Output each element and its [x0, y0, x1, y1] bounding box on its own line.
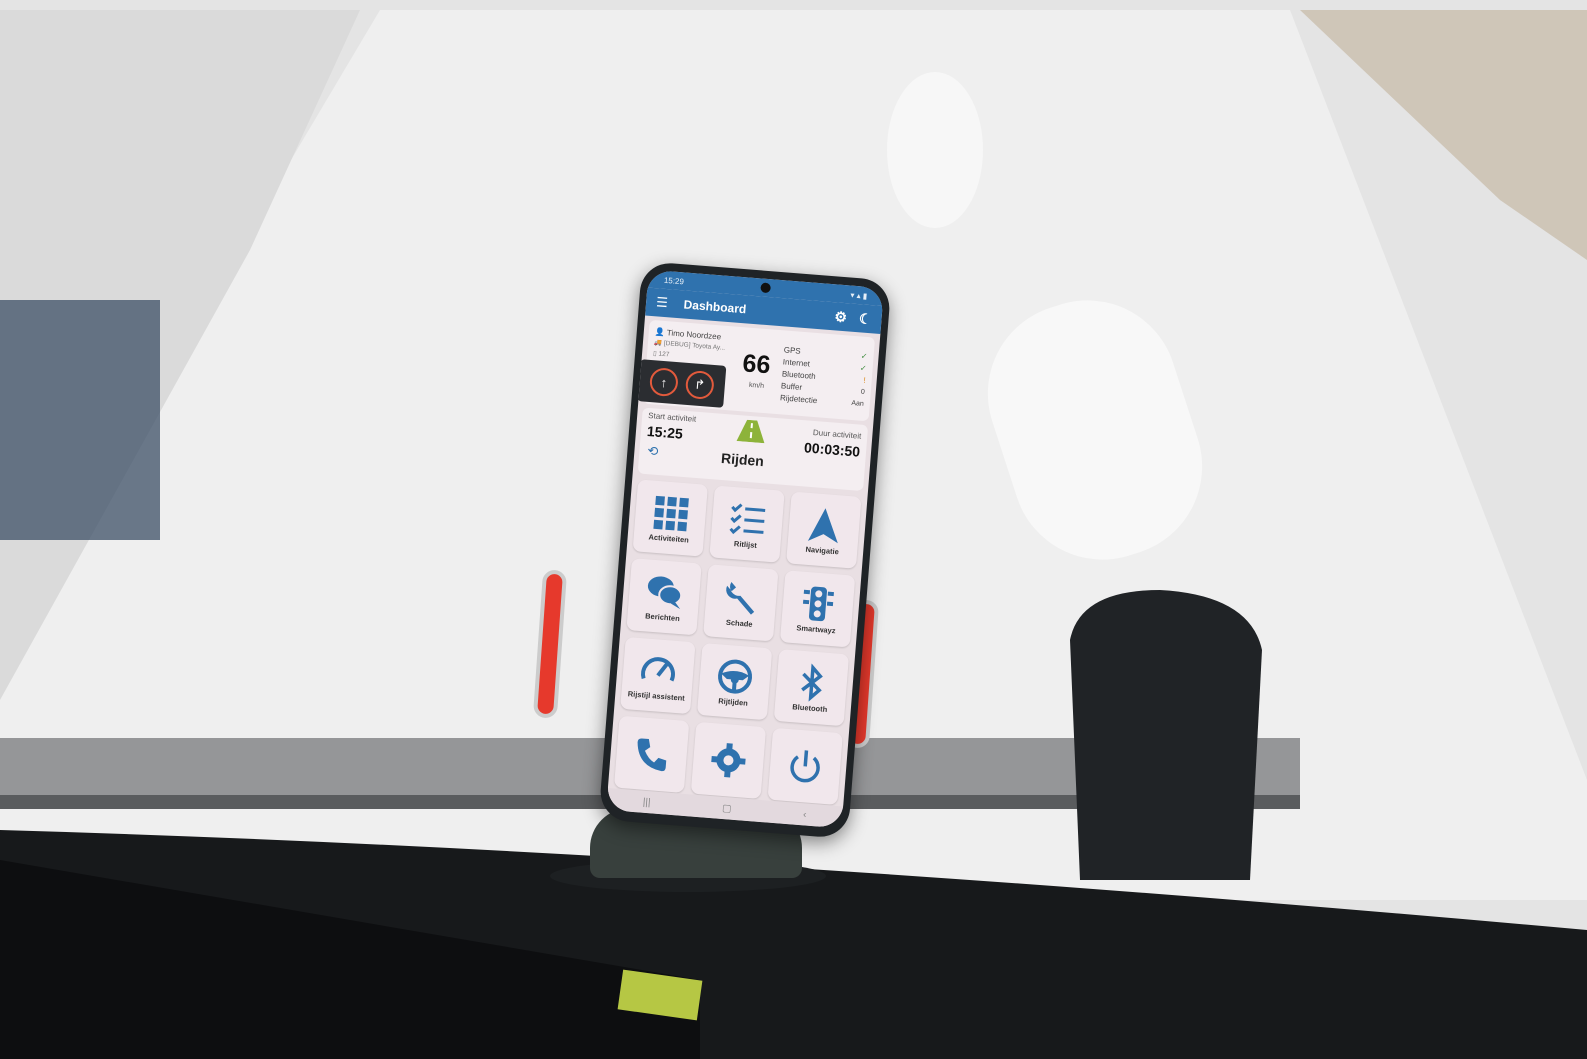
chat-bubbles-icon [647, 575, 683, 609]
activity-name: Rijden [720, 449, 765, 470]
turn-right-icon: ↱ [684, 369, 715, 401]
tile-smartwayz[interactable]: Smartwayz [779, 570, 856, 648]
tile-power[interactable] [767, 727, 843, 806]
gear-icon[interactable]: ⚙ [834, 308, 848, 326]
gauge-icon [641, 656, 676, 681]
tile-label: Schade [725, 617, 753, 629]
status-value: ✓ [860, 351, 868, 362]
start-activity-time: 15:25 [646, 422, 684, 442]
traffic-light-icon [803, 586, 835, 621]
turn-indicator-popup[interactable]: ↑ ↱ [637, 359, 727, 408]
arrow-up-icon: ↑ [648, 367, 679, 398]
phone-icon [637, 738, 667, 772]
road-icon [736, 419, 765, 444]
tile-label: Berichten [644, 610, 681, 623]
speed-unit: km/h [748, 381, 765, 390]
power-icon [790, 750, 820, 783]
car-interior-photo: 15:29 ▾ ▴ ▮ ☰ Dashboard ⚙ ☾ 👤 Timo Noord… [0, 0, 1587, 1059]
tile-label: Bluetooth [792, 701, 828, 714]
home-icon[interactable]: ▢ [722, 803, 732, 815]
tile-rijtijden[interactable]: Rijtijden [696, 642, 773, 721]
gear-icon [711, 743, 746, 778]
lane-marking-1 [887, 72, 983, 228]
tile-berichten[interactable]: Berichten [626, 558, 702, 636]
driver-info-card: 👤 Timo Noordzee 🚚 [DEBUG] Toyota Ay... ▯… [637, 319, 876, 422]
gear-shift [1070, 590, 1262, 880]
tile-label: Activiteiten [648, 531, 690, 545]
tile-schade[interactable]: Schade [703, 564, 779, 642]
status-value: ✓ [859, 363, 867, 373]
tile-bluetooth[interactable]: Bluetooth [773, 648, 850, 727]
duration-label: Duur activiteit [812, 427, 862, 441]
tile-navigatie[interactable]: Navigatie [786, 491, 862, 569]
moon-icon[interactable]: ☾ [858, 310, 872, 328]
tile-rijstijl-assistent[interactable]: Rijstijl assistent [620, 636, 696, 715]
tile-label: Rijstijl assistent [627, 688, 686, 703]
grid-icon [653, 495, 689, 531]
signal-icons: ▾ ▴ ▮ [850, 290, 868, 301]
tile-ritlijst[interactable]: Ritlijst [709, 485, 785, 563]
history-icon[interactable]: ⟲ [647, 443, 659, 460]
tile-activiteiten[interactable]: Activiteiten [632, 479, 708, 557]
bluetooth-icon [801, 662, 823, 702]
tile-label: Ritlijst [733, 538, 758, 550]
recents-icon[interactable]: ||| [642, 796, 651, 808]
driver-info: 👤 Timo Noordzee 🚚 [DEBUG] Toyota Ay... ▯… [653, 326, 727, 364]
status-value: 0 [860, 388, 866, 396]
tile-label: Smartwayz [796, 622, 836, 635]
navigation-arrow-icon [807, 507, 838, 543]
person-icon: 👤 [654, 327, 666, 338]
status-time: 15:29 [663, 275, 685, 286]
tile-label: Rijtijden [717, 695, 749, 708]
checklist-icon [729, 502, 766, 534]
menu-grid: Activiteiten Ritlijst Navigatie Berichte… [608, 473, 868, 806]
smartphone: 15:29 ▾ ▴ ▮ ☰ Dashboard ⚙ ☾ 👤 Timo Noord… [598, 261, 892, 839]
tile-label: Navigatie [805, 544, 840, 556]
device-id: 127 [658, 350, 670, 359]
start-activity-label: Start activiteit [647, 411, 697, 424]
status-list: GPS ✓ Internet ✓ Bluetooth! Buffer 0 Rijdet… [780, 344, 868, 410]
back-icon[interactable]: ‹ [803, 809, 807, 820]
phone-screen: 15:29 ▾ ▴ ▮ ☰ Dashboard ⚙ ☾ 👤 Timo Noord… [606, 269, 884, 829]
status-label: Rijdetectie [779, 393, 818, 406]
device-icon: ▯ [652, 350, 657, 358]
speed-value: 66 [741, 349, 772, 380]
page-title: Dashboard [683, 297, 747, 317]
wrench-icon [726, 581, 755, 615]
duration-value: 00:03:50 [803, 439, 861, 460]
mirror [0, 300, 160, 540]
status-value: ! [863, 375, 867, 385]
menu-icon[interactable]: ☰ [656, 294, 669, 311]
tile-settings[interactable] [690, 721, 767, 799]
status-value: Aan [851, 399, 865, 408]
steering-wheel-icon [718, 659, 753, 694]
truck-icon: 🚚 [653, 339, 663, 347]
tile-phone[interactable] [613, 715, 690, 793]
